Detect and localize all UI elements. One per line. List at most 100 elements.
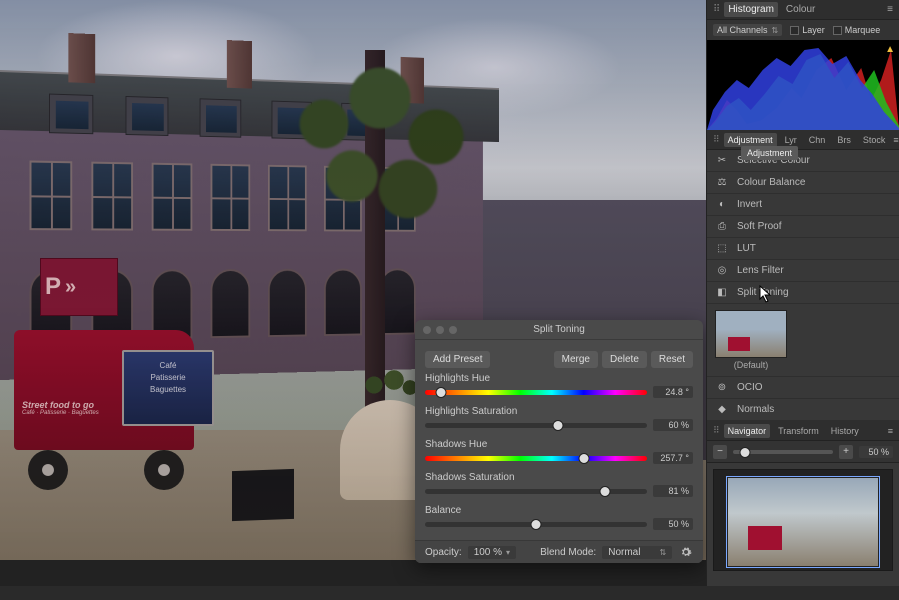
right-sidebar: ⠿ Histogram Colour ≡ All Channels ⇅ Laye…: [706, 0, 899, 600]
drag-handle-icon[interactable]: ⠿: [713, 425, 720, 436]
min-dot[interactable]: [436, 326, 444, 334]
sliders-icon: ⚖: [715, 176, 729, 190]
adjustment-list-2: ⊚ OCIO ◆ Normals: [707, 377, 899, 421]
lens-icon: ◎: [715, 264, 729, 278]
printer-icon: ⎙: [715, 220, 729, 234]
highlights-hue-label: Highlights Hue: [425, 373, 490, 384]
layer-checkbox[interactable]: Layer: [790, 25, 825, 35]
chevron-down-icon: ▾: [506, 548, 510, 557]
scissors-icon: ✂: [715, 154, 729, 168]
blend-mode-label: Blend Mode:: [540, 547, 596, 558]
shadows-hue-label: Shadows Hue: [425, 439, 487, 450]
zoom-in-button[interactable]: +: [839, 445, 853, 459]
status-bar: [0, 586, 899, 600]
histogram-controls: All Channels ⇅ Layer Marquee: [707, 20, 899, 40]
highlights-sat-label: Highlights Saturation: [425, 406, 517, 417]
tab-brushes[interactable]: Brs: [833, 133, 855, 147]
blend-mode-value: Normal: [608, 547, 640, 558]
adj-lut[interactable]: ⬚ LUT: [707, 238, 899, 260]
merge-button[interactable]: Merge: [554, 351, 598, 368]
preset-default-thumb[interactable]: [715, 310, 787, 358]
highlights-sat-slider[interactable]: [425, 423, 647, 428]
zoom-thumb[interactable]: [740, 447, 751, 458]
split-icon: ◧: [715, 286, 729, 300]
histogram-tabbar: ⠿ Histogram Colour ≡: [707, 0, 899, 20]
tab-adjustment[interactable]: Adjustment: [724, 133, 777, 147]
chevron-updown-icon: ⇅: [660, 548, 667, 557]
drag-handle-icon[interactable]: ⠿: [713, 4, 720, 15]
zoom-out-button[interactable]: −: [713, 445, 727, 459]
panel-titlebar[interactable]: Split Toning: [415, 320, 703, 340]
adj-lens-filter[interactable]: ◎ Lens Filter: [707, 260, 899, 282]
highlights-sat-value[interactable]: 60 %: [653, 419, 693, 431]
highlights-hue-slider[interactable]: [425, 390, 647, 395]
blend-mode-select[interactable]: Normal ⇅: [602, 546, 672, 559]
preset-default-label: (Default): [715, 360, 787, 370]
tab-navigator[interactable]: Navigator: [724, 424, 771, 438]
adjustment-tabbar: ⠿ Adjustment Lyr Chn Brs Stock ≡ Adjustm…: [707, 130, 899, 150]
tab-history[interactable]: History: [827, 424, 863, 438]
channels-dropdown[interactable]: All Channels ⇅: [713, 24, 782, 36]
highlights-hue-value[interactable]: 24.8 °: [653, 386, 693, 398]
shadows-hue-slider[interactable]: [425, 456, 647, 461]
normals-icon: ◆: [715, 403, 729, 417]
navigator-panel: − + 50 %: [707, 441, 899, 577]
tab-channels[interactable]: Chn: [805, 133, 830, 147]
adj-selective-colour[interactable]: ✂ Selective Colour: [707, 150, 899, 172]
adj-normals[interactable]: ◆ Normals: [707, 399, 899, 421]
marquee-checkbox[interactable]: Marquee: [833, 25, 881, 35]
highlights-hue-thumb[interactable]: [435, 387, 446, 398]
highlights-sat-thumb[interactable]: [553, 420, 564, 431]
tab-histogram[interactable]: Histogram: [724, 2, 778, 17]
drag-handle-icon[interactable]: ⠿: [713, 134, 720, 145]
max-dot[interactable]: [449, 326, 457, 334]
zoom-value[interactable]: 50 %: [859, 446, 893, 458]
zoom-slider[interactable]: [733, 450, 833, 454]
panel-menu-icon[interactable]: ≡: [887, 4, 893, 15]
navigator-viewport-rect[interactable]: [726, 476, 880, 568]
adj-split-toning[interactable]: ◧ Split Toning: [707, 282, 899, 304]
adjustment-list: ✂ Selective Colour ⚖ Colour Balance ◐ In…: [707, 150, 899, 304]
shadows-hue-value[interactable]: 257.7 °: [653, 452, 693, 464]
shadows-hue-thumb[interactable]: [578, 453, 589, 464]
tab-stock[interactable]: Stock: [859, 133, 890, 147]
balance-label: Balance: [425, 505, 461, 516]
panel-menu-icon[interactable]: ≡: [893, 135, 898, 145]
ocio-icon: ⊚: [715, 381, 729, 395]
channels-value: All Channels: [717, 25, 768, 35]
histogram-display[interactable]: ▲: [707, 40, 899, 130]
shadows-sat-slider[interactable]: [425, 489, 647, 494]
chevron-updown-icon: ⇅: [772, 26, 779, 35]
shadows-sat-thumb[interactable]: [599, 486, 610, 497]
tab-layers[interactable]: Lyr: [781, 133, 801, 147]
cube-icon: ⬚: [715, 242, 729, 256]
adj-invert[interactable]: ◐ Invert: [707, 194, 899, 216]
shadows-sat-label: Shadows Saturation: [425, 472, 515, 483]
gear-icon[interactable]: [679, 545, 693, 559]
adj-colour-balance[interactable]: ⚖ Colour Balance: [707, 172, 899, 194]
shadows-sat-value[interactable]: 81 %: [653, 485, 693, 497]
adj-soft-proof[interactable]: ⎙ Soft Proof: [707, 216, 899, 238]
navigator-tabbar: ⠿ Navigator Transform History ≡: [707, 421, 899, 441]
window-controls[interactable]: [423, 326, 457, 334]
preset-thumbnails: (Default): [707, 304, 899, 377]
clipping-warning-icon[interactable]: ▲: [885, 44, 895, 55]
balance-slider[interactable]: [425, 522, 647, 527]
tab-colour[interactable]: Colour: [782, 2, 819, 17]
reset-button[interactable]: Reset: [651, 351, 693, 368]
close-dot[interactable]: [423, 326, 431, 334]
invert-icon: ◐: [715, 198, 729, 212]
adjustment-tooltip: Adjustment: [741, 146, 798, 160]
navigator-preview[interactable]: [713, 469, 893, 571]
opacity-value: 100 %: [474, 547, 502, 558]
opacity-select[interactable]: 100 % ▾: [468, 546, 516, 559]
panel-menu-icon[interactable]: ≡: [888, 426, 893, 436]
delete-button[interactable]: Delete: [602, 351, 647, 368]
panel-title: Split Toning: [533, 324, 585, 335]
balance-thumb[interactable]: [531, 519, 542, 530]
adj-ocio[interactable]: ⊚ OCIO: [707, 377, 899, 399]
add-preset-button[interactable]: Add Preset: [425, 351, 490, 368]
split-toning-panel[interactable]: Split Toning Add Preset Merge Delete Res…: [415, 320, 703, 563]
balance-value[interactable]: 50 %: [653, 518, 693, 530]
tab-transform[interactable]: Transform: [774, 424, 823, 438]
